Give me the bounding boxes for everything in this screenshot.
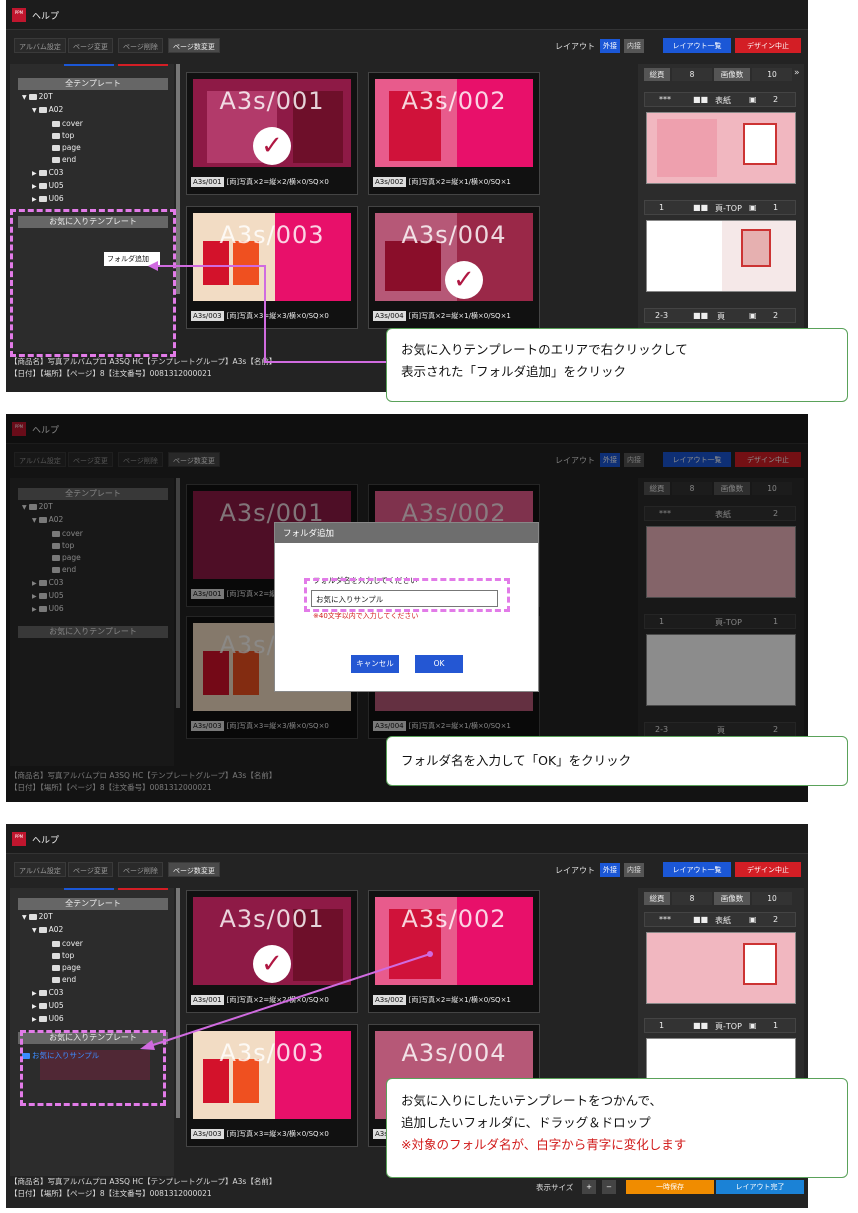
drag-arrow <box>149 953 431 1047</box>
arrow-head <box>140 1040 155 1050</box>
arrow-head <box>148 261 158 271</box>
callout-step-2: フォルダ名を入力して「OK」をクリック <box>386 736 848 786</box>
callout-step-1: お気に入りテンプレートのエリアで右クリックして 表示された「フォルダ追加」をクリ… <box>386 328 848 402</box>
callout-step-3: お気に入りにしたいテンプレートをつかんで、 追加したいフォルダに、ドラッグ＆ドロ… <box>386 1078 848 1178</box>
annotation-arrows <box>140 261 433 1050</box>
arrow-to-context-menu <box>156 265 388 363</box>
